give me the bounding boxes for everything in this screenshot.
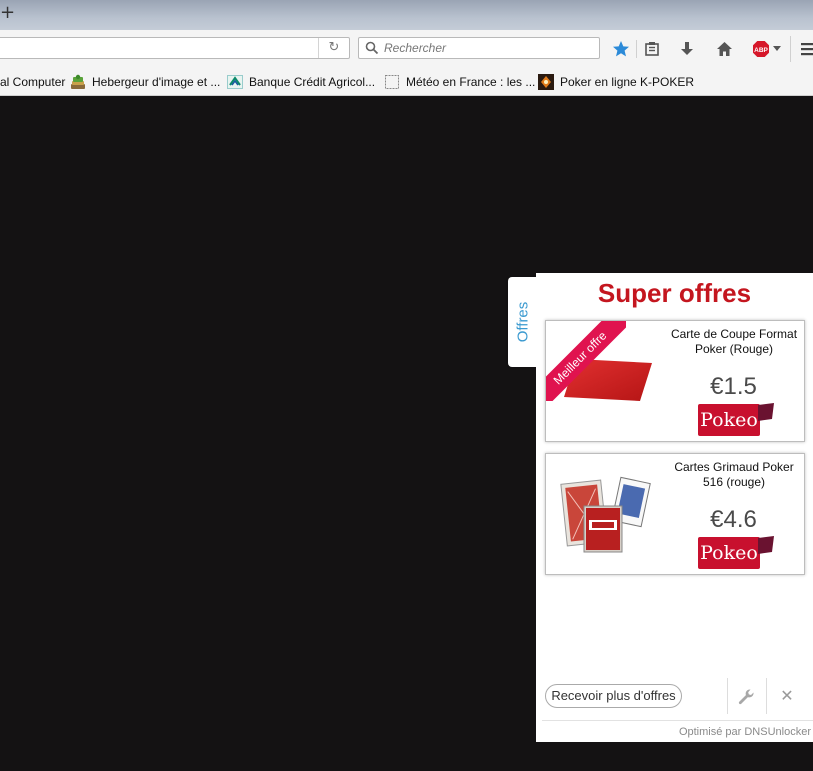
divider	[727, 678, 728, 714]
panel-title: Super offres	[597, 278, 752, 308]
footer-credit: Optimisé par DNSUnlocker	[678, 726, 811, 738]
offers-side-tab[interactable]: Offres	[508, 277, 538, 367]
adblock-plus-icon[interactable]: ABP	[750, 39, 782, 59]
offers-tab-label: Offres	[514, 301, 532, 343]
search-input[interactable]	[384, 38, 594, 58]
new-tab-button[interactable]: +	[0, 2, 15, 23]
chevron-down-icon[interactable]	[772, 46, 781, 52]
toolbar-separator	[790, 36, 791, 62]
bookmark-label: al Computer	[0, 75, 66, 89]
pokeo-logo: Pokeo	[698, 536, 774, 569]
svg-text:Pokeo: Pokeo	[700, 409, 758, 431]
offer-name: Carte de Coupe Format Poker (Rouge)	[670, 327, 798, 356]
bookmark-label: Météo en France : les ...	[406, 75, 536, 89]
bookmark-item[interactable]: Hebergeur d'image et ...	[70, 68, 220, 96]
bookmark-star-icon[interactable]	[611, 39, 631, 59]
reload-icon[interactable]: ↻	[318, 38, 349, 58]
svg-text:Pokeo: Pokeo	[700, 542, 758, 564]
bookmark-item[interactable]: Poker en ligne K-POKER	[538, 68, 694, 96]
credit-agricole-icon	[227, 75, 243, 89]
home-icon[interactable]	[713, 39, 735, 59]
search-bar[interactable]	[358, 37, 600, 59]
close-icon[interactable]: ✕	[776, 686, 798, 706]
offer-card[interactable]: Meilleur offre Carte de Coupe Format Pok…	[545, 320, 805, 442]
bookmark-item[interactable]: al Computer	[0, 68, 65, 96]
offer-price: €1.5	[710, 373, 757, 400]
bookmark-label: Poker en ligne K-POKER	[560, 75, 695, 89]
bookmark-label: Banque Crédit Agricol...	[249, 75, 376, 89]
kpoker-icon	[538, 74, 554, 90]
grimaud-card-deck-image	[560, 476, 651, 553]
offer-name: Cartes Grimaud Poker 516 (rouge)	[674, 460, 794, 489]
blank-page-icon	[385, 75, 399, 89]
menu-icon[interactable]	[800, 39, 813, 59]
bookmarks-toolbar: al Computer Hebergeur d'image et ... Ban…	[0, 68, 813, 96]
reading-list-icon[interactable]	[642, 39, 662, 59]
offers-panel: Super offres Meilleur offre Carte de Cou…	[536, 273, 813, 742]
best-offer-ribbon: Meilleur offre	[546, 321, 626, 401]
image-host-icon	[71, 74, 85, 89]
search-icon	[365, 41, 379, 55]
bookmark-label: Hebergeur d'image et ...	[92, 75, 221, 89]
bookmark-item[interactable]: Météo en France : les ...	[384, 68, 535, 96]
more-offers-button[interactable]: Recevoir plus d'offres	[545, 684, 682, 708]
best-offer-badge: Meilleur offre	[546, 321, 626, 401]
divider	[766, 678, 767, 714]
navigation-toolbar: ↻ ABP	[0, 30, 813, 68]
url-bar[interactable]: ↻	[0, 37, 350, 59]
wrench-icon[interactable]	[736, 687, 756, 707]
bookmark-item[interactable]: Banque Crédit Agricol...	[227, 68, 375, 96]
offer-card[interactable]: Cartes Grimaud Poker 516 (rouge) €4.6 Po…	[545, 453, 805, 575]
divider	[542, 720, 813, 721]
adblock-label: ABP	[754, 47, 768, 54]
window-titlebar: +	[0, 0, 813, 30]
download-icon[interactable]	[677, 39, 697, 59]
pokeo-logo: Pokeo	[698, 403, 774, 436]
toolbar-separator	[636, 40, 637, 58]
offer-price: €4.6	[710, 506, 757, 533]
